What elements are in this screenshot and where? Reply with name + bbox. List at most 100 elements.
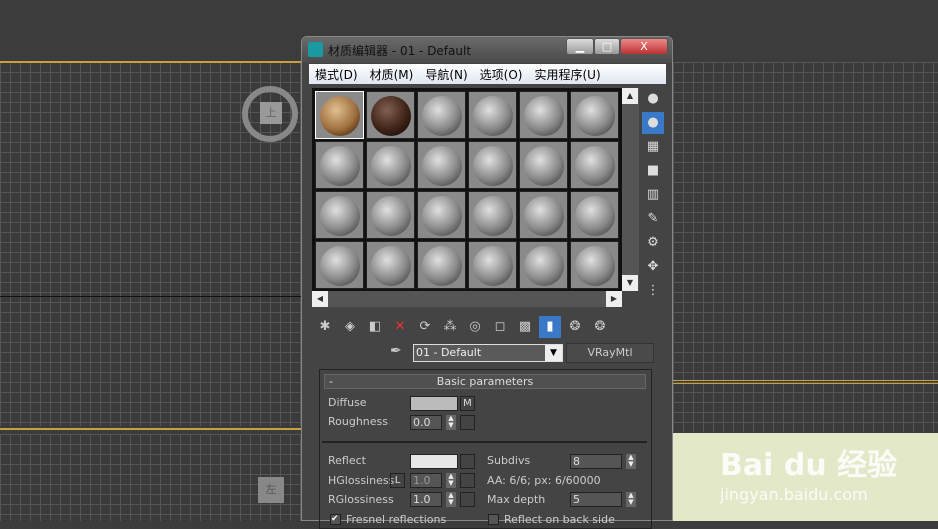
material-editor-window: 材质编辑器 - 01 - Default ▁ □ X 模式(D) 材质(M) 导航(… bbox=[301, 36, 673, 529]
hglossiness-lock-button[interactable]: L bbox=[390, 473, 405, 488]
menu-utilities[interactable]: 实用程序(U) bbox=[528, 64, 606, 83]
minimize-button[interactable]: ▁ bbox=[566, 38, 594, 55]
viewcube-left[interactable]: 左 bbox=[258, 477, 284, 503]
material-sphere bbox=[575, 146, 615, 186]
scroll-down-icon[interactable]: ▼ bbox=[622, 275, 638, 291]
put-to-library-icon[interactable]: ⁂ bbox=[439, 316, 461, 338]
backside-checkbox[interactable] bbox=[488, 514, 499, 525]
material-slot[interactable] bbox=[417, 191, 466, 239]
max-depth-spinner[interactable]: ▲ ▼ bbox=[626, 492, 636, 507]
material-slot[interactable] bbox=[366, 241, 415, 289]
material-slot[interactable] bbox=[315, 141, 364, 189]
material-slot[interactable] bbox=[519, 241, 568, 289]
scroll-up-icon[interactable]: ▲ bbox=[622, 88, 638, 104]
max-depth-input[interactable]: 5 bbox=[570, 492, 622, 507]
close-button[interactable]: X bbox=[620, 38, 668, 55]
scroll-right-icon[interactable]: ▶ bbox=[606, 291, 622, 307]
material-sphere bbox=[473, 96, 513, 136]
fresnel-label: Fresnel reflections bbox=[346, 513, 447, 526]
background-checker-icon[interactable]: ▦ bbox=[642, 136, 664, 158]
rglossiness-map-button[interactable] bbox=[460, 492, 475, 507]
options-icon[interactable]: ⚙ bbox=[642, 232, 664, 254]
roughness-input[interactable]: 0.0 bbox=[410, 415, 442, 430]
material-slot[interactable] bbox=[519, 191, 568, 239]
material-slot[interactable] bbox=[468, 241, 517, 289]
menu-mode[interactable]: 模式(D) bbox=[309, 64, 364, 83]
material-slot[interactable] bbox=[417, 241, 466, 289]
slots-vertical-scrollbar[interactable]: ▲ ▼ bbox=[622, 88, 639, 291]
material-slot[interactable] bbox=[570, 241, 619, 289]
sample-type-icon[interactable]: ● bbox=[642, 88, 664, 110]
eyedropper-icon[interactable]: ✒ bbox=[390, 343, 402, 359]
select-by-material-icon[interactable]: ✥ bbox=[642, 256, 664, 278]
material-slot[interactable] bbox=[468, 141, 517, 189]
material-sphere bbox=[371, 146, 411, 186]
material-map-navigator-icon[interactable]: ⋮ bbox=[642, 280, 664, 302]
reflect-color-swatch[interactable] bbox=[410, 454, 458, 469]
reflect-map-button[interactable] bbox=[460, 454, 475, 469]
material-slot[interactable] bbox=[366, 141, 415, 189]
material-id-icon[interactable]: ◎ bbox=[464, 316, 486, 338]
backlight-icon[interactable]: ● bbox=[642, 112, 664, 134]
scroll-left-icon[interactable]: ◀ bbox=[312, 291, 328, 307]
material-slot[interactable] bbox=[570, 191, 619, 239]
subdivs-input[interactable]: 8 bbox=[570, 454, 622, 469]
roughness-spinner[interactable]: ▲ ▼ bbox=[446, 415, 456, 430]
material-slot[interactable] bbox=[468, 91, 517, 139]
material-slot[interactable] bbox=[468, 191, 517, 239]
material-slot[interactable] bbox=[315, 191, 364, 239]
pick-material-icon[interactable]: ❂ bbox=[589, 316, 611, 338]
rollout-header[interactable]: - Basic parameters bbox=[324, 374, 646, 389]
material-sphere bbox=[371, 196, 411, 236]
subdivs-spinner[interactable]: ▲ ▼ bbox=[626, 454, 636, 469]
roughness-map-button[interactable] bbox=[460, 415, 475, 430]
menu-material[interactable]: 材质(M) bbox=[364, 64, 420, 83]
menu-navigation[interactable]: 导航(N) bbox=[419, 64, 473, 83]
diffuse-map-button[interactable]: M bbox=[460, 396, 475, 411]
material-slot[interactable] bbox=[315, 241, 364, 289]
material-slot[interactable] bbox=[417, 91, 466, 139]
hglossiness-map-button[interactable] bbox=[460, 473, 475, 488]
chevron-down-icon[interactable]: ▼ bbox=[545, 345, 562, 361]
diffuse-color-swatch[interactable] bbox=[410, 396, 458, 411]
maximize-button[interactable]: □ bbox=[594, 38, 620, 55]
rglossiness-spinner[interactable]: ▲ ▼ bbox=[446, 492, 456, 507]
video-color-check-icon[interactable]: ▥ bbox=[642, 184, 664, 206]
make-unique-icon[interactable]: ⟳ bbox=[414, 316, 436, 338]
hglossiness-input[interactable]: 1.0 bbox=[410, 473, 442, 488]
reset-map-icon[interactable]: ✕ bbox=[389, 316, 411, 338]
material-slot[interactable] bbox=[366, 91, 415, 139]
fresnel-checkbox[interactable]: ✔ bbox=[330, 514, 341, 525]
material-slot[interactable] bbox=[315, 91, 364, 139]
show-end-result-icon[interactable]: ▩ bbox=[514, 316, 536, 338]
material-slot[interactable] bbox=[366, 191, 415, 239]
slots-horizontal-scrollbar[interactable]: ◀ ▶ bbox=[312, 291, 622, 307]
material-sphere bbox=[524, 96, 564, 136]
show-in-viewport-icon[interactable]: ◻ bbox=[489, 316, 511, 338]
material-type-button[interactable]: VRayMtl bbox=[566, 343, 654, 363]
make-preview-icon[interactable]: ✎ bbox=[642, 208, 664, 230]
hglossiness-spinner[interactable]: ▲ ▼ bbox=[446, 473, 456, 488]
viewport-left[interactable] bbox=[0, 434, 301, 521]
viewcube-top[interactable]: 上 bbox=[242, 86, 298, 142]
material-slot[interactable] bbox=[519, 141, 568, 189]
assign-to-selection-icon[interactable]: ◧ bbox=[364, 316, 386, 338]
put-to-scene-icon[interactable]: ◈ bbox=[339, 316, 361, 338]
window-title: 材质编辑器 - 01 - Default bbox=[328, 44, 472, 58]
material-sphere bbox=[320, 96, 360, 136]
sample-uv-tiling-icon[interactable]: ■ bbox=[642, 160, 664, 182]
go-forward-sibling-icon[interactable]: ❂ bbox=[564, 316, 586, 338]
go-to-parent-icon[interactable]: ▮ bbox=[539, 316, 561, 338]
max-depth-label: Max depth bbox=[487, 493, 546, 506]
material-name-dropdown[interactable]: 01 - Default ▼ bbox=[413, 344, 563, 362]
material-slot[interactable] bbox=[570, 141, 619, 189]
material-slot[interactable] bbox=[519, 91, 568, 139]
rglossiness-input[interactable]: 1.0 bbox=[410, 492, 442, 507]
viewport-right[interactable] bbox=[673, 62, 938, 432]
horizontal-toolbar: ✱ ◈ ◧ ✕ ⟳ ⁂ ◎ ◻ ▩ ▮ ❂ ❂ bbox=[314, 316, 611, 338]
material-slot[interactable] bbox=[417, 141, 466, 189]
get-material-icon[interactable]: ✱ bbox=[314, 316, 336, 338]
material-slot[interactable] bbox=[570, 91, 619, 139]
menu-options[interactable]: 选项(O) bbox=[474, 64, 529, 83]
title-bar[interactable]: 材质编辑器 - 01 - Default ▁ □ X bbox=[302, 37, 672, 63]
